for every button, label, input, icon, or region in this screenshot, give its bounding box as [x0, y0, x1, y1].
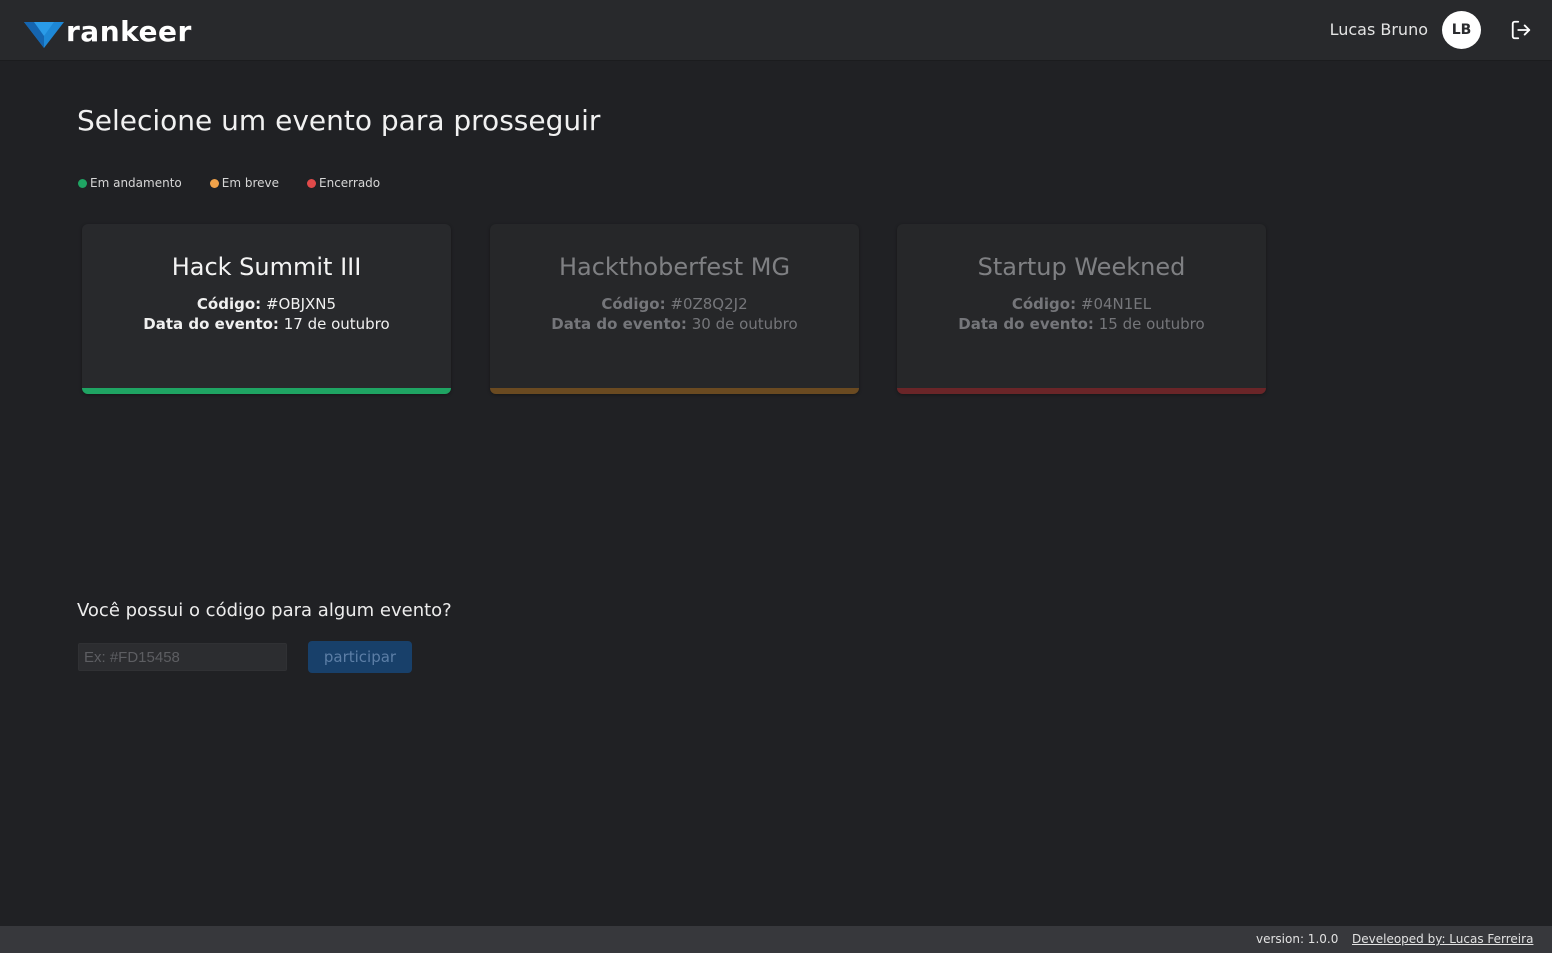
status-bar — [897, 388, 1266, 394]
event-details: Código: #OBJXN5 Data do evento: 17 de ou… — [82, 294, 451, 334]
code-question: Você possui o código para algum evento? — [77, 600, 452, 621]
code-label: Código: — [1011, 295, 1077, 313]
event-name: Hack Summit III — [171, 253, 362, 281]
status-bar — [490, 388, 859, 394]
brand-name: rankeer — [66, 15, 192, 48]
status-bar — [82, 388, 451, 394]
event-code: #OBJXN5 — [265, 295, 337, 313]
legend-item-soon: Em breve — [209, 176, 279, 190]
brand-logo[interactable]: rankeer — [24, 15, 192, 50]
legend-item-ongoing: Em andamento — [78, 176, 182, 190]
event-card-hackthoberfest[interactable]: Hackthoberfest MG Código: #0Z8Q2J2 Data … — [490, 224, 859, 394]
user-name: Lucas Bruno — [1329, 20, 1428, 39]
rankeer-logo-icon — [24, 22, 64, 48]
avatar[interactable]: LB — [1442, 11, 1481, 49]
event-name: Hackthoberfest MG — [558, 253, 791, 281]
code-label: Código: — [196, 295, 262, 313]
date-label: Data do evento: — [143, 315, 279, 333]
orange-dot-icon — [209, 178, 219, 188]
status-legend: Em andamento Em breve Encerrado — [78, 176, 408, 190]
version-text: version: 1.0.0 — [1256, 932, 1339, 946]
event-details: Código: #04N1EL Data do evento: 15 de ou… — [897, 294, 1266, 334]
developer-link[interactable]: Develeoped by: Lucas Ferreira — [1352, 932, 1533, 947]
event-name: Startup Weekned — [977, 253, 1186, 281]
event-date: 15 de outubro — [1098, 315, 1205, 333]
code-label: Código: — [601, 295, 666, 313]
footer: version: 1.0.0 Develeoped by: Lucas Ferr… — [0, 926, 1552, 953]
event-code: #0Z8Q2J2 — [670, 295, 748, 313]
event-date: 30 de outubro — [691, 315, 798, 333]
top-bar: rankeer Lucas Bruno LB — [0, 0, 1552, 61]
green-dot-icon — [78, 178, 87, 188]
date-label: Data do evento: — [958, 315, 1094, 333]
event-code: #04N1EL — [1080, 295, 1152, 313]
legend-label: Encerrado — [319, 176, 381, 190]
legend-label: Em breve — [221, 176, 279, 190]
page-title: Selecione um evento para prosseguir — [77, 104, 601, 137]
event-card-hack-summit[interactable]: Hack Summit III Código: #OBJXN5 Data do … — [82, 224, 451, 394]
logout-icon[interactable] — [1510, 19, 1532, 41]
event-card-startup-weekend[interactable]: Startup Weekned Código: #04N1EL Data do … — [897, 224, 1266, 394]
event-date: 17 de outubro — [283, 315, 390, 333]
date-label: Data do evento: — [551, 315, 687, 333]
legend-item-closed: Encerrado — [307, 176, 380, 190]
red-dot-icon — [307, 178, 316, 188]
join-button[interactable]: participar — [308, 641, 412, 673]
legend-label: Em andamento — [90, 176, 182, 190]
event-details: Código: #0Z8Q2J2 Data do evento: 30 de o… — [490, 294, 859, 334]
event-code-input[interactable] — [78, 643, 287, 671]
